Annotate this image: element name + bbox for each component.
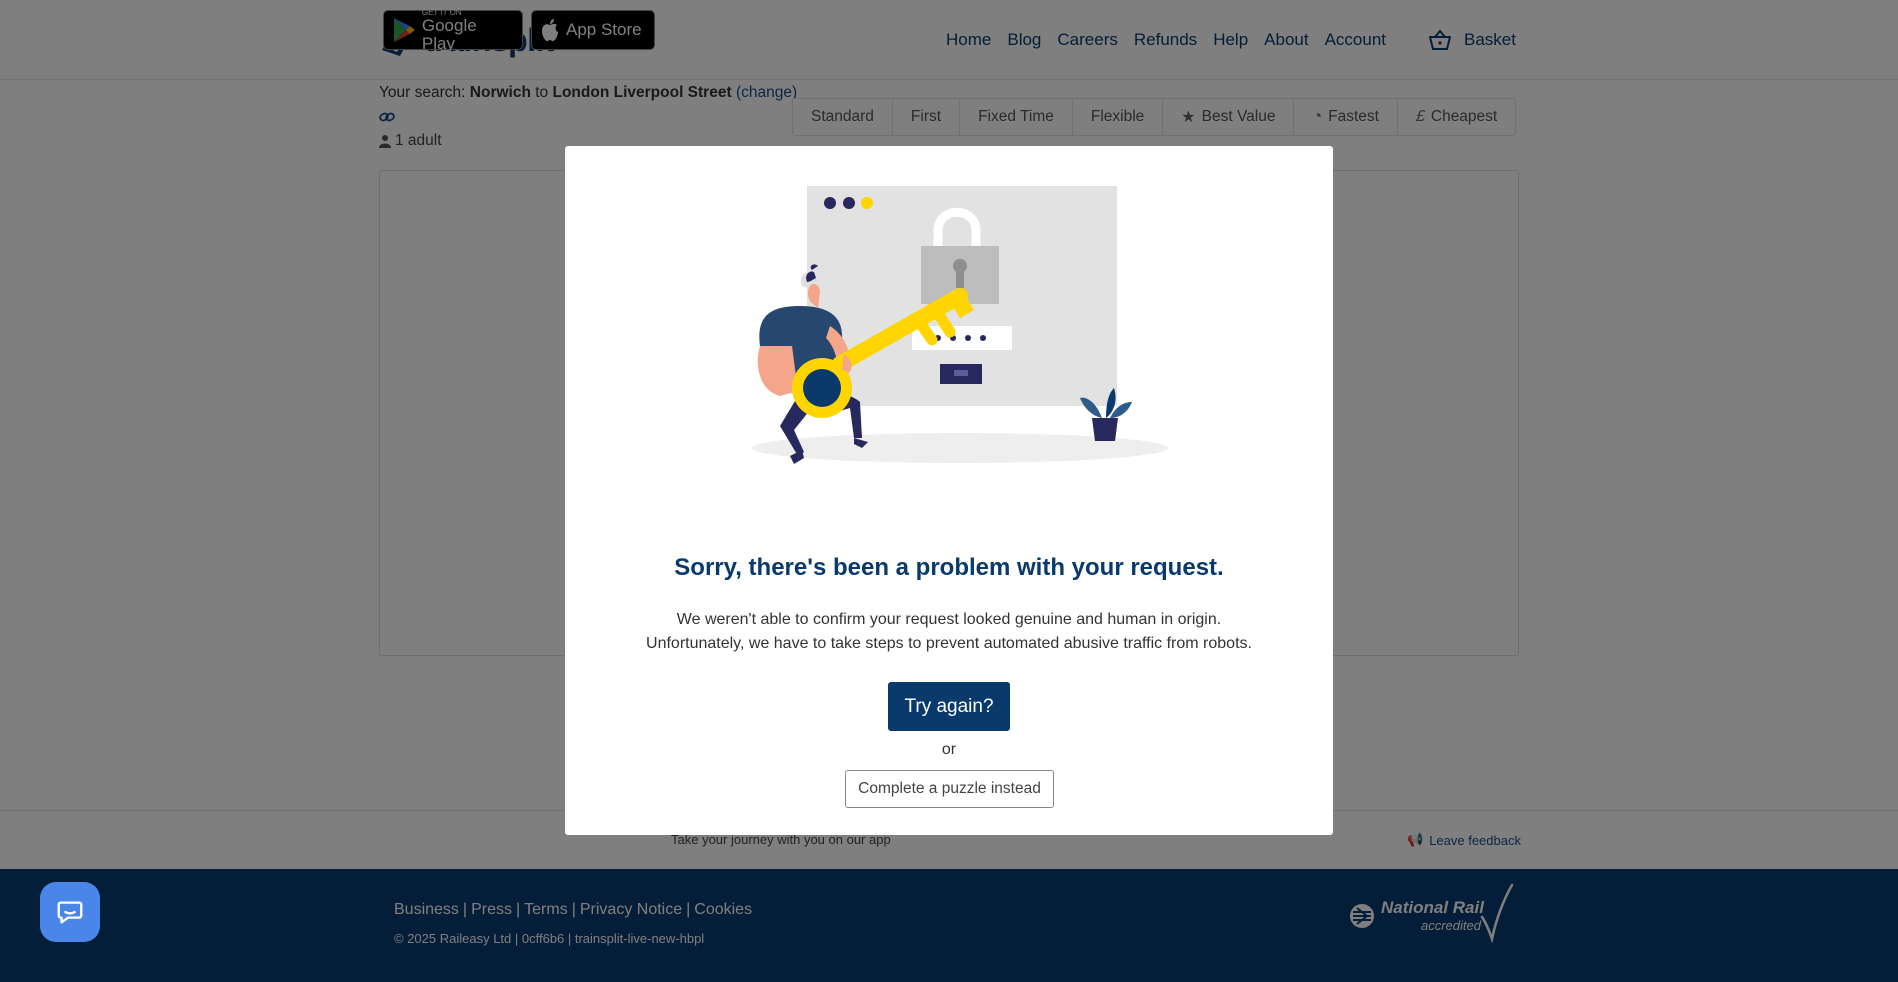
chat-icon [57,901,83,924]
modal-message-line1: We weren't able to confirm your request … [676,611,1222,628]
modal-message: We weren't able to confirm your request … [565,608,1333,656]
complete-puzzle-button[interactable]: Complete a puzzle instead [845,770,1054,808]
support-chat-button[interactable] [40,882,100,942]
key-lock-illustration [752,186,1168,464]
security-check-modal: Sorry, there's been a problem with your … [565,146,1333,835]
modal-title: Sorry, there's been a problem with your … [674,554,1224,581]
or-separator: or [941,741,957,758]
modal-message-line2: Unfortunately, we have to take steps to … [646,635,1252,652]
try-again-button[interactable]: Try again? [888,682,1010,731]
